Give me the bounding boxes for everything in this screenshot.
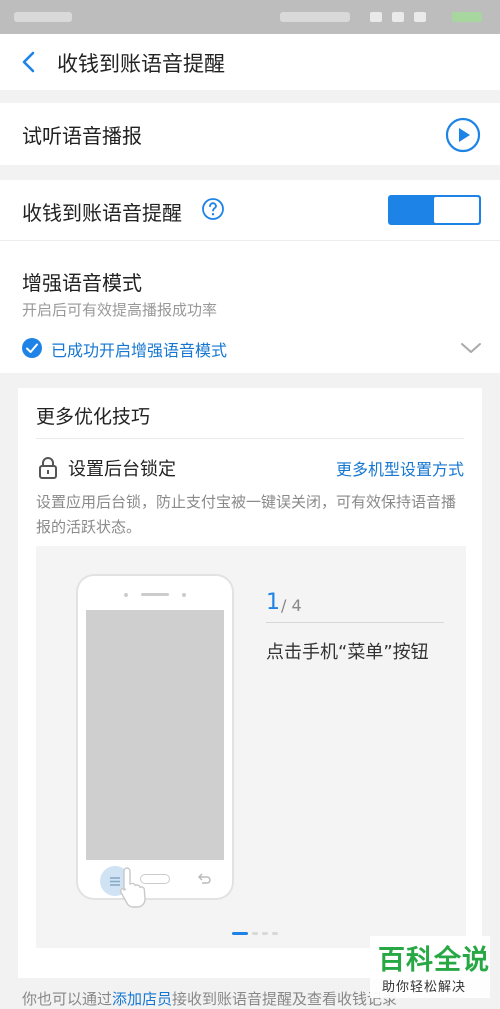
voice-alert-toggle[interactable] <box>388 195 481 225</box>
back-arrow-icon[interactable] <box>18 49 40 75</box>
status-icon <box>392 12 404 22</box>
tips-title: 更多优化技巧 <box>36 406 151 428</box>
tutorial-carousel[interactable]: 1 / 4 点击手机“菜单”按钮 <box>36 546 466 948</box>
footer-hint: 你也可以通过添加店员接收到账语音提醒及查看收钱记录 <box>22 988 397 1009</box>
pager-dot <box>252 932 258 935</box>
preview-voice-label: 试听语音播报 <box>22 124 142 148</box>
add-staff-link[interactable]: 添加店员 <box>112 990 172 1008</box>
voice-alert-row: 收钱到账语音提醒 <box>0 180 500 240</box>
more-models-link[interactable]: 更多机型设置方式 <box>336 456 464 480</box>
toggle-knob <box>434 197 479 223</box>
page-title: 收钱到账语音提醒 <box>57 52 225 76</box>
step-total: / 4 <box>281 596 302 615</box>
pager-dot <box>272 932 278 935</box>
enhanced-mode-section[interactable]: 增强语音模式 开启后可有效提高播报成功率 已成功开启增强语音模式 <box>0 240 500 373</box>
watermark-subtitle: 助你轻松解决 <box>382 980 467 995</box>
status-blur <box>14 12 72 22</box>
status-icon <box>414 12 426 22</box>
watermark: 百科全说 助你轻松解决 <box>370 936 490 998</box>
preview-voice-row[interactable]: 试听语音播报 <box>0 103 500 165</box>
enhanced-mode-status: 已成功开启增强语音模式 <box>51 341 228 360</box>
phone-screen <box>86 610 224 860</box>
pager-dot <box>262 932 268 935</box>
pager-dot <box>232 932 248 935</box>
tips-description: 设置应用后台锁，防止支付宝被一键误关闭，可有效保持语音播报的活跃状态。 <box>36 493 457 536</box>
phone-illustration <box>78 576 232 898</box>
voice-alert-label: 收钱到账语音提醒 <box>22 201 182 225</box>
pointing-hand-icon <box>119 867 146 908</box>
battery-icon <box>452 12 482 22</box>
watermark-title: 百科全说 <box>378 945 490 976</box>
divider <box>266 622 444 623</box>
footer-suffix: 接收到账语音提醒及查看收钱记录 <box>172 990 398 1008</box>
phone-camera <box>124 593 128 597</box>
lock-setting-label: 设置后台锁定 <box>68 459 176 480</box>
nav-bar: 收钱到账语音提醒 <box>0 34 500 90</box>
step-instruction: 点击手机“菜单”按钮 <box>266 642 429 663</box>
back-key-icon <box>197 873 211 884</box>
status-bar <box>0 0 500 34</box>
chevron-down-icon[interactable] <box>460 341 482 355</box>
enhanced-mode-title: 增强语音模式 <box>22 271 142 295</box>
lock-icon <box>39 457 57 479</box>
step-current: 1 <box>266 590 280 615</box>
optimization-tips-card: 更多优化技巧 设置后台锁定 更多机型设置方式 设置应用后台锁，防止支付宝被一键误… <box>18 388 482 978</box>
help-icon[interactable] <box>201 197 225 221</box>
play-icon[interactable] <box>445 117 481 153</box>
status-blur <box>280 12 350 22</box>
divider <box>36 438 464 439</box>
check-circle-icon <box>22 338 42 358</box>
enhanced-mode-subtitle: 开启后可有效提高播报成功率 <box>22 301 218 319</box>
status-icon <box>370 12 382 22</box>
footer-prefix: 你也可以通过 <box>22 990 113 1008</box>
phone-speaker <box>141 593 169 596</box>
phone-sensor <box>182 593 186 597</box>
